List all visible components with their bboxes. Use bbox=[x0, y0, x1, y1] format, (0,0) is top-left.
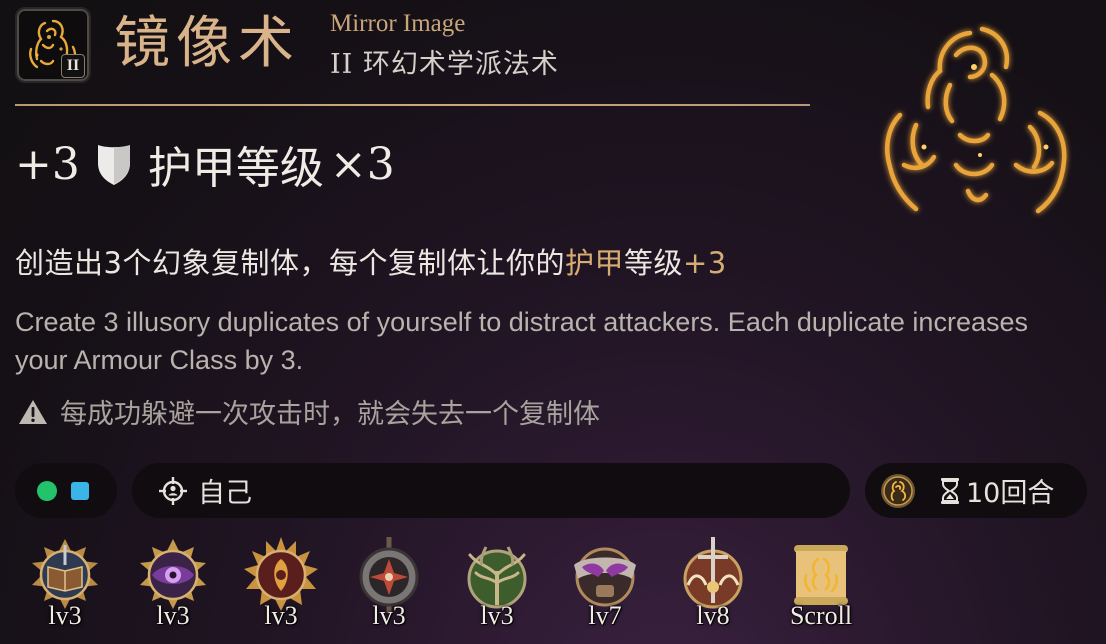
class-level-label: lv8 bbox=[696, 601, 730, 630]
description-cn-text-mid: 等级 bbox=[623, 246, 683, 280]
header-divider bbox=[15, 104, 810, 106]
mirror-image-art-icon bbox=[860, 15, 1090, 235]
hourglass-icon bbox=[941, 477, 959, 504]
duration-text: 10回合 bbox=[966, 478, 1055, 509]
spell-note: 每成功躲避一次攻击时，就会失去一个复制体 bbox=[18, 392, 600, 431]
mirror-image-spell-icon: II bbox=[15, 7, 91, 83]
duration-pill: 10回合 bbox=[865, 463, 1087, 518]
effect-stat: 护甲等级 bbox=[147, 143, 324, 194]
class-availability-row: lv3 lv3 lv3 lv3 lv3 lv7 lv8 Scroll bbox=[20, 535, 860, 640]
class-item-cleric[interactable]: lv3 bbox=[344, 535, 434, 640]
description-cn-highlight-armour: 护甲 bbox=[564, 246, 624, 280]
action-resource-icon bbox=[37, 480, 57, 501]
resource-cost-pill bbox=[15, 463, 117, 518]
spell-slot-resource-icon bbox=[71, 481, 89, 500]
class-level-label: lv3 bbox=[156, 601, 190, 630]
effect-multiplier: ×3 bbox=[329, 138, 395, 190]
class-level-label: Scroll bbox=[789, 601, 853, 630]
target-pill: 自己 bbox=[132, 463, 850, 518]
class-item-paladin[interactable]: lv8 bbox=[668, 535, 758, 640]
target-text: 自己 bbox=[198, 478, 252, 509]
spell-school-level: II 环幻术学派法术 bbox=[330, 49, 559, 80]
warning-icon bbox=[19, 399, 47, 424]
effect-bonus: +3 bbox=[15, 138, 80, 190]
description-cn-text: 创造出3个幻象复制体，每个复制体让你的 bbox=[15, 246, 565, 280]
class-item-warlock[interactable]: lv3 bbox=[236, 535, 326, 640]
class-item-sorcerer[interactable]: lv3 bbox=[128, 535, 218, 640]
class-level-label: lv3 bbox=[480, 601, 514, 630]
spell-english-name: Mirror Image bbox=[330, 10, 466, 37]
spell-note-text: 每成功躲避一次攻击时，就会失去一个复制体 bbox=[60, 399, 600, 430]
class-level-label: lv3 bbox=[48, 601, 82, 630]
class-item-bard[interactable]: lv7 bbox=[560, 535, 650, 640]
class-item-scroll[interactable]: Scroll bbox=[776, 535, 866, 640]
concentration-coin-icon bbox=[881, 473, 915, 508]
spell-title: 镜像术 bbox=[114, 11, 300, 76]
class-level-label: lv7 bbox=[588, 601, 622, 630]
shield-icon bbox=[97, 145, 130, 185]
target-crosshair-icon bbox=[159, 476, 187, 505]
spell-tooltip: II 镜像术 Mirror Image II 环幻术学派法术 +3 护甲等级 ×… bbox=[0, 0, 1106, 644]
spell-level-badge: II bbox=[61, 54, 85, 78]
class-level-label: lv3 bbox=[372, 601, 406, 630]
class-item-wizard[interactable]: lv3 bbox=[20, 535, 110, 640]
description-cn-highlight-bonus: +3 bbox=[682, 246, 727, 280]
description-cn: 创造出3个幻象复制体，每个复制体让你的护甲等级+3 bbox=[15, 240, 727, 282]
class-item-druid[interactable]: lv3 bbox=[452, 535, 542, 640]
class-level-label: lv3 bbox=[264, 601, 298, 630]
description-en: Create 3 illusory duplicates of yourself… bbox=[15, 307, 1028, 375]
effect-summary: +3 护甲等级 ×3 bbox=[15, 132, 395, 196]
